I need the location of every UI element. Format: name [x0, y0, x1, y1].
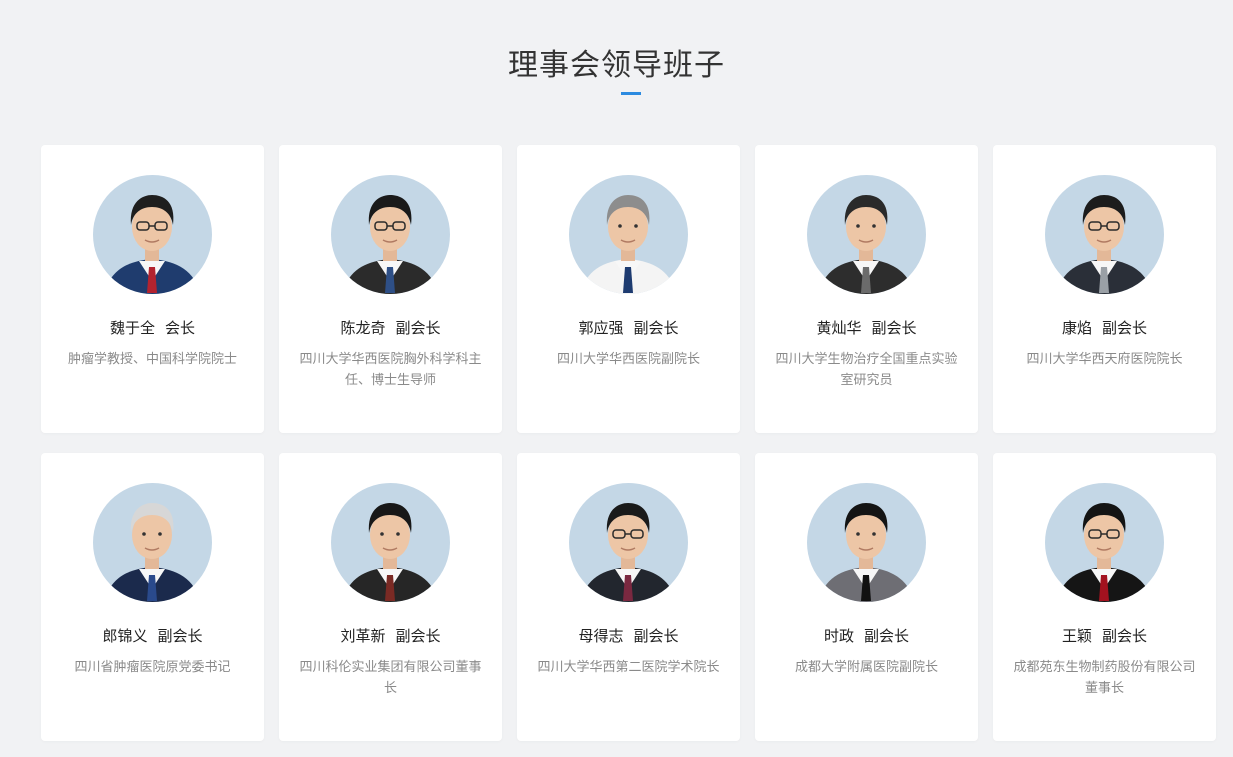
member-description: 肿瘤学教授、中国科学院院士	[67, 352, 237, 367]
member-role: 副会长	[1102, 319, 1148, 337]
member-name: 魏于全	[109, 319, 155, 337]
title-underline	[621, 92, 641, 95]
member-photo	[1045, 175, 1164, 294]
member-role: 副会长	[864, 627, 910, 645]
member-description: 四川大学生物治疗全国重点实验室研究员	[775, 352, 958, 388]
member-card[interactable]: 黄灿华 副会长 四川大学生物治疗全国重点实验室研究员	[755, 145, 978, 433]
member-card[interactable]: 康焰 副会长 四川大学华西天府医院院长	[993, 145, 1216, 433]
member-photo	[93, 483, 212, 602]
member-description: 四川大学华西天府医院院长	[1026, 352, 1183, 367]
member-role: 副会长	[157, 627, 203, 645]
member-photo	[807, 175, 926, 294]
portrait-illustration	[581, 195, 676, 294]
member-role: 副会长	[395, 319, 441, 337]
member-role: 副会长	[395, 627, 441, 645]
member-name: 黄灿华	[816, 319, 862, 337]
member-card[interactable]: 郎锦义 副会长 四川省肿瘤医院原党委书记	[41, 453, 264, 741]
member-name: 康焰	[1061, 319, 1092, 337]
member-description: 四川大学华西第二医院学术院长	[537, 660, 720, 675]
portrait-illustration	[819, 195, 914, 294]
member-photo	[331, 175, 450, 294]
member-photo	[93, 175, 212, 294]
member-card[interactable]: 母得志 副会长 四川大学华西第二医院学术院长	[517, 453, 740, 741]
member-name: 王颖	[1061, 627, 1092, 645]
member-description: 四川大学华西医院胸外科学科主任、博士生导师	[299, 352, 482, 388]
member-name: 刘革新	[340, 627, 386, 645]
member-description: 成都大学附属医院副院长	[794, 660, 938, 675]
member-card[interactable]: 王颖 副会长 成都苑东生物制药股份有限公司董事长	[993, 453, 1216, 741]
portrait-illustration	[819, 503, 914, 602]
member-card[interactable]: 郭应强 副会长 四川大学华西医院副院长	[517, 145, 740, 433]
member-name: 郎锦义	[102, 627, 148, 645]
portrait-illustration	[343, 503, 438, 602]
page-title: 理事会领导班子	[508, 48, 725, 83]
member-photo	[569, 483, 688, 602]
member-name: 陈龙奇	[340, 319, 386, 337]
member-role: 会长	[165, 319, 196, 337]
member-name: 郭应强	[578, 319, 624, 337]
member-photo	[331, 483, 450, 602]
member-name: 时政	[823, 627, 854, 645]
member-card[interactable]: 刘革新 副会长 四川科伦实业集团有限公司董事长	[279, 453, 502, 741]
member-card[interactable]: 时政 副会长 成都大学附属医院副院长	[755, 453, 978, 741]
portrait-illustration	[1057, 503, 1152, 602]
member-role: 副会长	[633, 319, 679, 337]
member-photo	[807, 483, 926, 602]
member-card[interactable]: 陈龙奇 副会长 四川大学华西医院胸外科学科主任、博士生导师	[279, 145, 502, 433]
member-role: 副会长	[1102, 627, 1148, 645]
portrait-illustration	[1057, 195, 1152, 294]
member-card[interactable]: 魏于全 会长 肿瘤学教授、中国科学院院士	[41, 145, 264, 433]
member-name: 母得志	[578, 627, 624, 645]
member-photo	[1045, 483, 1164, 602]
portrait-illustration	[105, 503, 200, 602]
portrait-illustration	[343, 195, 438, 294]
member-description: 四川大学华西医院副院长	[556, 352, 700, 367]
member-role: 副会长	[871, 319, 917, 337]
member-description: 成都苑东生物制药股份有限公司董事长	[1013, 660, 1196, 696]
portrait-illustration	[581, 503, 676, 602]
member-description: 四川科伦实业集团有限公司董事长	[299, 660, 482, 696]
member-role: 副会长	[633, 627, 679, 645]
member-photo	[569, 175, 688, 294]
member-description: 四川省肿瘤医院原党委书记	[74, 660, 231, 675]
portrait-illustration	[105, 195, 200, 294]
